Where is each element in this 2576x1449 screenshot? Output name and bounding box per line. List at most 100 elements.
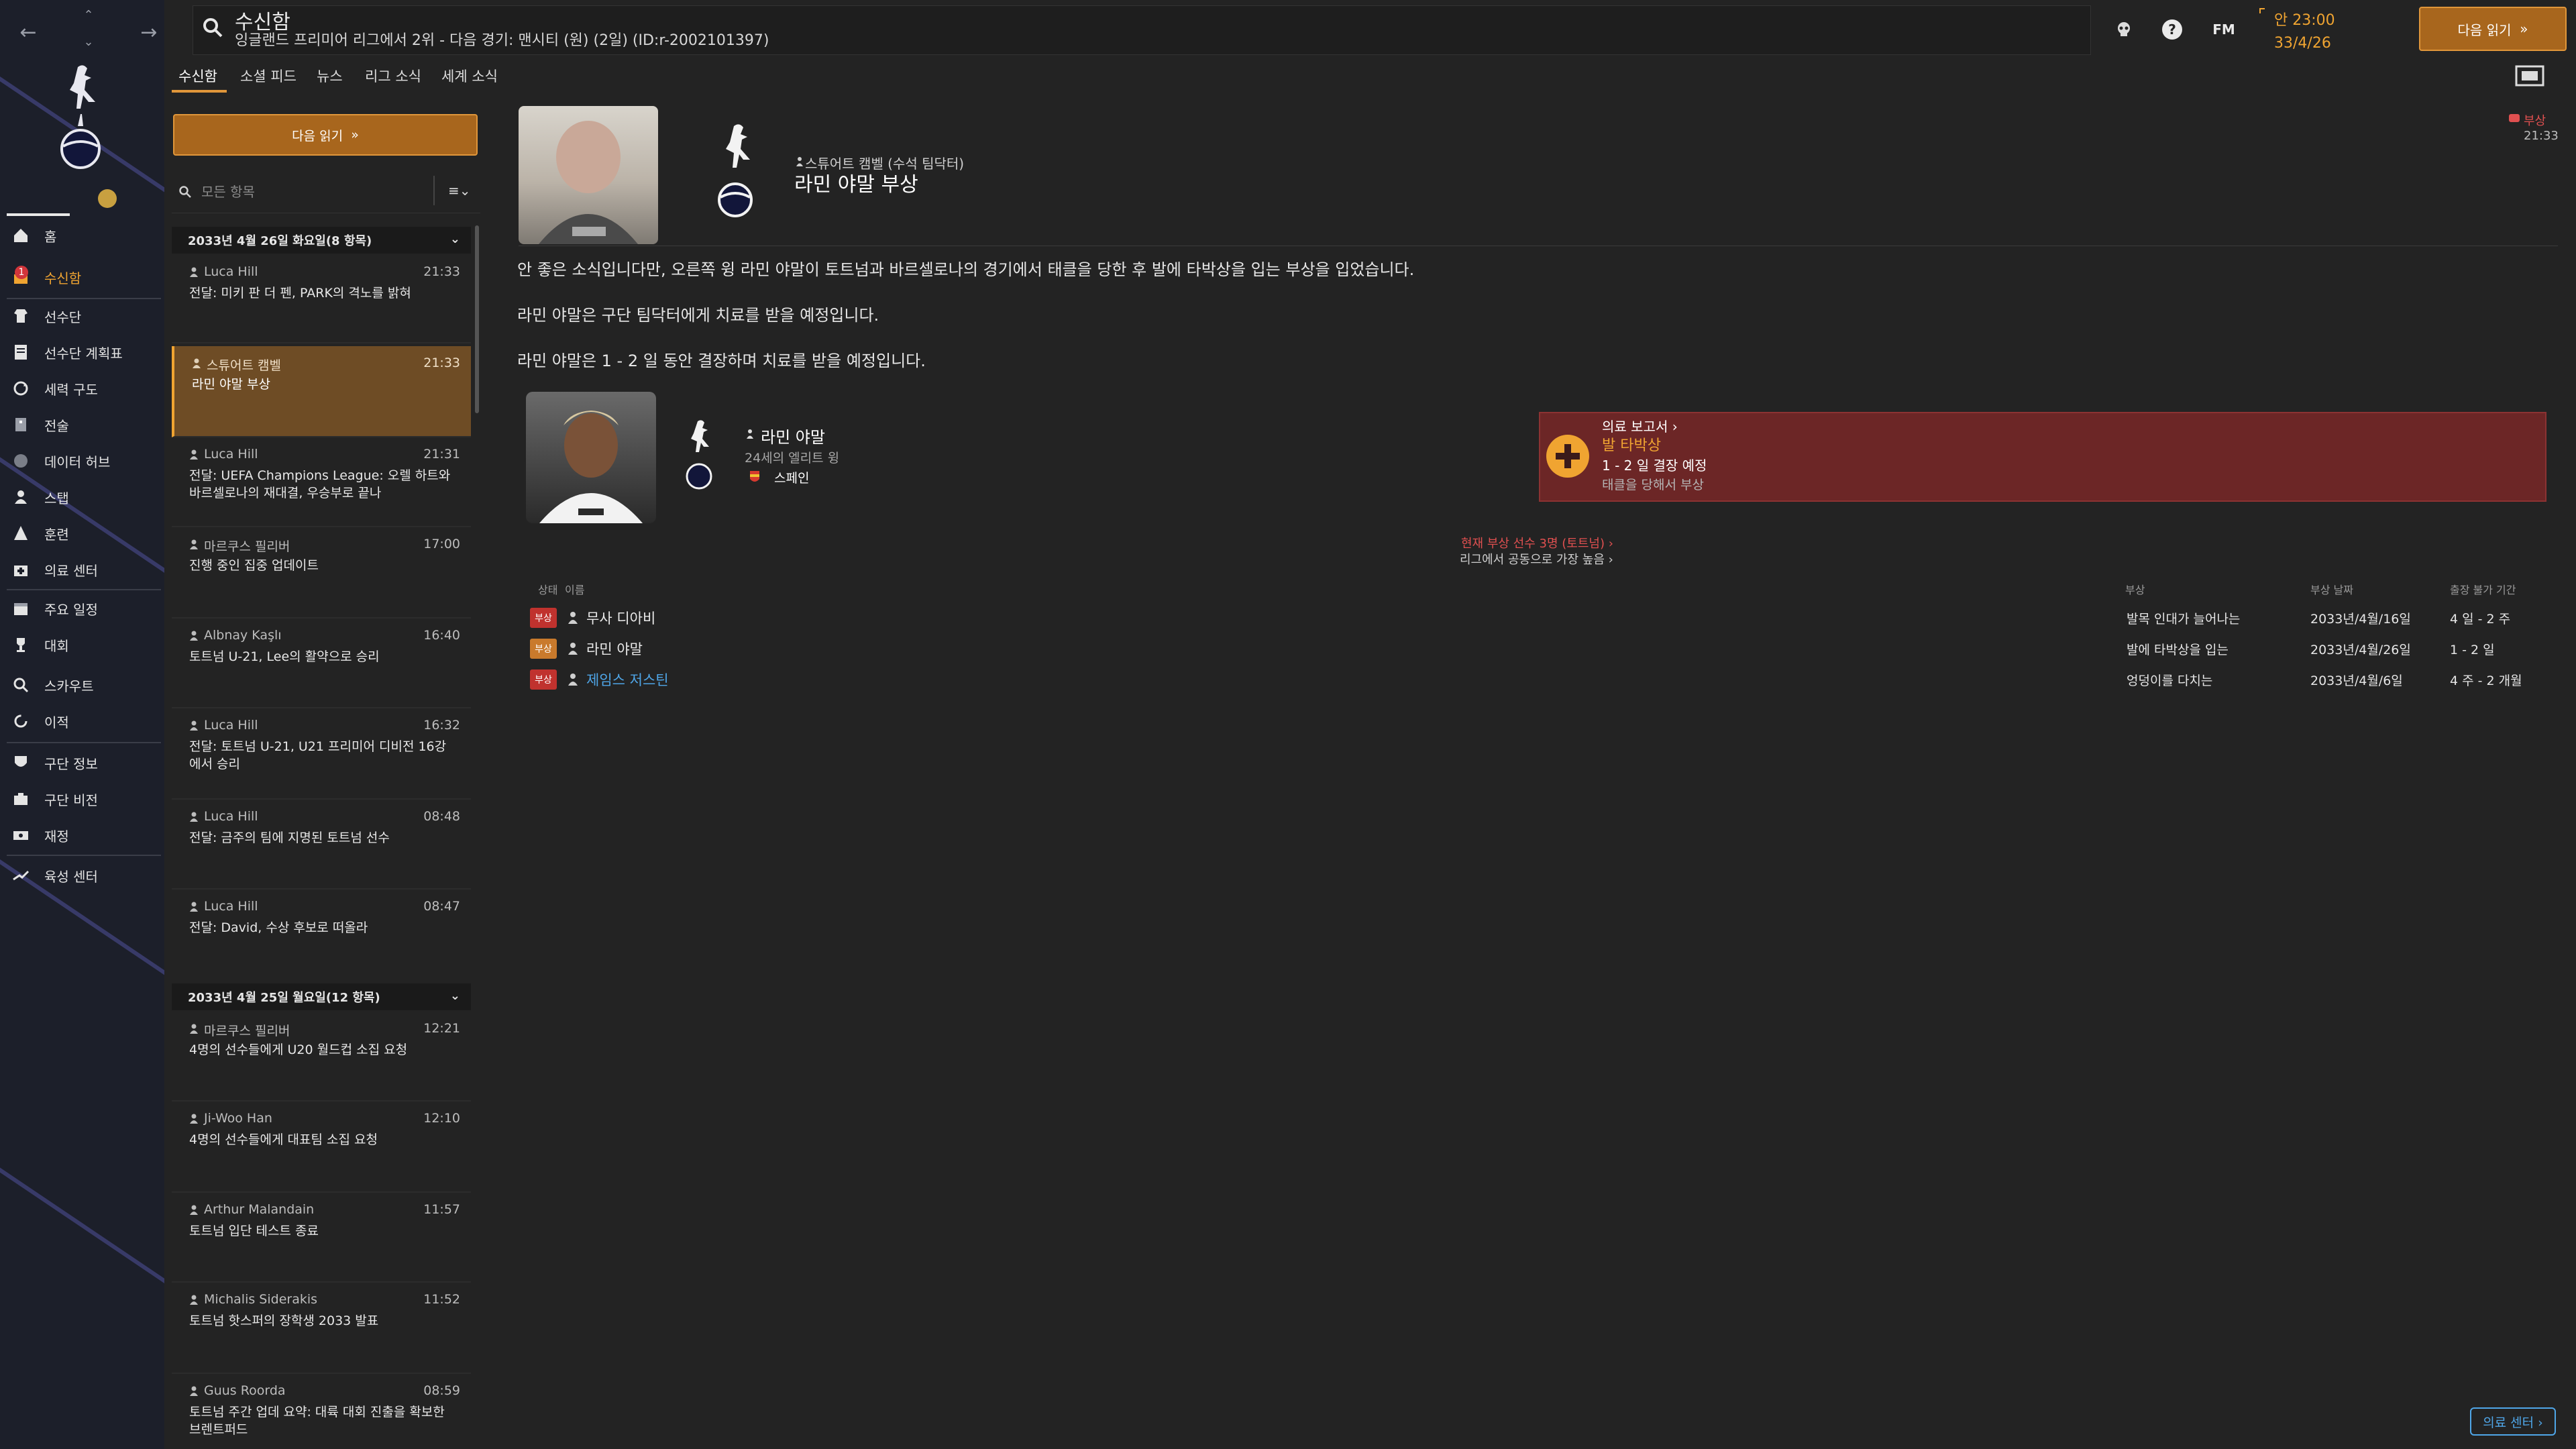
table-row[interactable]: 부상 무사 디아비 발목 인대가 늘어나는 2033년/4월/16일 4 일 -… <box>530 602 2549 632</box>
home-icon <box>11 225 31 246</box>
list-item[interactable]: Luca Hill 21:31 전달: UEFA Champions Leagu… <box>172 437 471 527</box>
tab-world-news[interactable]: 세계 소식 <box>441 66 498 86</box>
status-badge: 부상 <box>530 608 557 628</box>
list-item[interactable]: Ji-Woo Han 12:10 4명의 선수들에게 대표팀 소집 요청 <box>172 1102 471 1193</box>
sidebar-item-home[interactable]: 홈 <box>0 217 164 254</box>
list-item[interactable]: Luca Hill 16:32 전달: 토트넘 U-21, U21 프리미어 디… <box>172 708 471 800</box>
medical-report-link[interactable]: 의료 보고서 › <box>1602 416 1678 435</box>
medical-plus-icon <box>1546 435 1589 478</box>
chevron-down-icon: ⌄ <box>449 989 460 1003</box>
club-crest-icon[interactable] <box>42 62 121 182</box>
sidebar-item-club-vision[interactable]: 구단 비전 <box>0 781 164 817</box>
game-date: 33/4/26 <box>2274 35 2331 52</box>
person-icon <box>190 1114 198 1124</box>
injury-tag-icon <box>2509 114 2520 122</box>
sidebar-item-squad[interactable]: 선수단 <box>0 298 164 334</box>
search-icon[interactable] <box>201 16 224 39</box>
sidebar-item-dynamics[interactable]: 세력 구도 <box>0 370 164 407</box>
calendar-icon <box>11 598 31 619</box>
filter-input[interactable]: 모든 항목 <box>201 181 255 201</box>
list-scrollbar[interactable] <box>475 225 479 413</box>
status-badge: 부상 <box>530 669 557 690</box>
group-header[interactable]: 2033년 4월 26일 화요일(8 항목) ⌄ <box>172 227 471 254</box>
chevron-down-icon[interactable]: ⌄ <box>75 34 102 50</box>
person-icon <box>190 631 198 641</box>
tab-inbox[interactable]: 수신함 <box>178 66 217 86</box>
trophy-icon <box>11 635 31 655</box>
player-photo[interactable] <box>526 392 656 523</box>
list-item[interactable]: Arthur Malandain 11:57 토트넘 입단 테스트 종료 <box>172 1193 471 1283</box>
back-arrow-icon[interactable]: ← <box>15 19 42 46</box>
game-datetime[interactable]: 안 23:00 33/4/26 <box>2274 9 2335 55</box>
list-item[interactable]: Albnay Kaşlı 16:40 토트넘 U-21, Lee의 활약으로 승… <box>172 619 471 708</box>
fullscreen-icon[interactable] <box>2514 64 2545 87</box>
sidebar-item-transfers[interactable]: 이적 <box>0 703 164 739</box>
list-item[interactable]: Luca Hill 21:33 전달: 미키 판 더 펜, PARK의 격노를 … <box>172 255 471 343</box>
sidebar-item-finances[interactable]: 재정 <box>0 817 164 853</box>
status-badge: 부상 <box>530 639 557 659</box>
skull-icon[interactable] <box>2112 17 2136 42</box>
list-item[interactable]: Luca Hill 08:48 전달: 금주의 팀에 지명된 토트넘 선수 <box>172 800 471 890</box>
filter-search-icon <box>179 186 191 198</box>
data-hub-icon <box>11 451 31 471</box>
col-name-header[interactable]: 이름 <box>565 581 584 597</box>
person-icon <box>747 429 753 439</box>
staff-icon <box>11 487 31 507</box>
next-unread-button[interactable]: 다음 읽기 » <box>173 114 478 156</box>
person-icon <box>796 157 803 166</box>
sidebar-item-development-centre[interactable]: 육성 센터 <box>0 857 164 894</box>
list-item[interactable]: Luca Hill 08:47 전달: David, 수상 후보로 떠올라 <box>172 890 471 981</box>
col-injury-header[interactable]: 부상 <box>2125 581 2145 597</box>
person-icon <box>190 1295 198 1305</box>
person-icon <box>190 449 198 460</box>
sidebar-item-schedule[interactable]: 주요 일정 <box>0 590 164 627</box>
forward-arrow-icon[interactable]: → <box>136 19 162 46</box>
continue-button[interactable]: 다음 읽기 » <box>2419 7 2567 51</box>
tab-social-feed[interactable]: 소셜 피드 <box>240 66 297 86</box>
sidebar-item-inbox[interactable]: 1 수신함 <box>0 259 164 295</box>
list-item[interactable]: 마르쿠스 필리버 12:21 4명의 선수들에게 U20 월드컵 소집 요청 <box>172 1012 471 1102</box>
sidebar-item-training[interactable]: 훈련 <box>0 515 164 551</box>
league-comparison-link[interactable]: 리그에서 공동으로 가장 높음 › <box>1460 550 1613 568</box>
active-tab-indicator <box>172 90 227 93</box>
medical-centre-button[interactable]: 의료 센터 › <box>2470 1407 2556 1436</box>
sidebar-item-tactics[interactable]: 전술 <box>0 407 164 443</box>
person-icon <box>190 1024 198 1034</box>
list-item[interactable]: Michalis Siderakis 11:52 토트넘 핫스퍼의 장학생 20… <box>172 1283 471 1374</box>
fm-logo[interactable]: FM <box>2208 17 2239 42</box>
sort-menu-icon[interactable]: ≡⌄ <box>448 182 471 199</box>
message-paragraph: 안 좋은 소식입니다만, 오른쪽 윙 라민 야말이 토트넘과 바르셀로나의 경기… <box>517 260 1415 279</box>
tab-news[interactable]: 뉴스 <box>317 66 343 86</box>
sidebar-item-staff[interactable]: 스탭 <box>0 479 164 515</box>
table-row[interactable]: 부상 라민 야말 발에 타박상을 입는 2033년/4월/26일 1 - 2 일 <box>530 633 2549 663</box>
player-name[interactable]: 라민 야말 <box>761 424 825 447</box>
person-icon <box>190 812 198 822</box>
player-avatar-icon <box>539 411 643 523</box>
list-item[interactable]: 마르쿠스 필리버 17:00 진행 중인 집중 업데이트 <box>172 527 471 619</box>
current-injured-link[interactable]: 현재 부상 선수 3명 (토트넘) › <box>1461 534 1613 551</box>
sidebar-item-data-hub[interactable]: 데이터 허브 <box>0 443 164 479</box>
sidebar-item-scouting[interactable]: 스카우트 <box>0 667 164 703</box>
corner-decor <box>2259 8 2265 13</box>
message-title: 라민 야말 부상 <box>794 173 918 197</box>
coin-icon[interactable] <box>98 189 117 208</box>
col-status-header[interactable]: 상태 <box>538 581 557 597</box>
sidebar-item-squad-planner[interactable]: 선수단 계획표 <box>0 334 164 370</box>
sidebar-item-competitions[interactable]: 대회 <box>0 627 164 663</box>
message-time: 21:33 <box>2524 129 2559 143</box>
inbox-icon: 1 <box>11 266 31 287</box>
col-date-header[interactable]: 부상 날짜 <box>2310 581 2353 597</box>
tab-league-news[interactable]: 리그 소식 <box>365 66 421 86</box>
table-row[interactable]: 부상 제임스 저스틴 엉덩이를 다치는 2033년/4월/6일 4 주 - 2 … <box>530 664 2549 694</box>
help-icon[interactable]: ? <box>2160 17 2184 42</box>
list-item-selected[interactable]: 스튜어트 캠벨 21:33 라민 야말 부상 <box>172 346 471 437</box>
group-header[interactable]: 2033년 4월 25일 월요일(12 항목) ⌄ <box>172 983 471 1010</box>
sidebar-item-medical-centre[interactable]: 의료 센터 <box>0 551 164 588</box>
sender-avatar-icon <box>539 121 638 244</box>
col-out-header[interactable]: 출장 불가 기간 <box>2450 581 2516 597</box>
sidebar-item-club-info[interactable]: 구단 정보 <box>0 745 164 781</box>
player-nationality[interactable]: 스페인 <box>774 468 809 486</box>
list-item[interactable]: Guus Roorda 08:59 토트넘 주간 업데 요약: 대륙 대회 진출… <box>172 1374 471 1449</box>
game-time: 안 23:00 <box>2274 12 2335 29</box>
chevron-up-icon[interactable]: ⌃ <box>75 7 102 23</box>
